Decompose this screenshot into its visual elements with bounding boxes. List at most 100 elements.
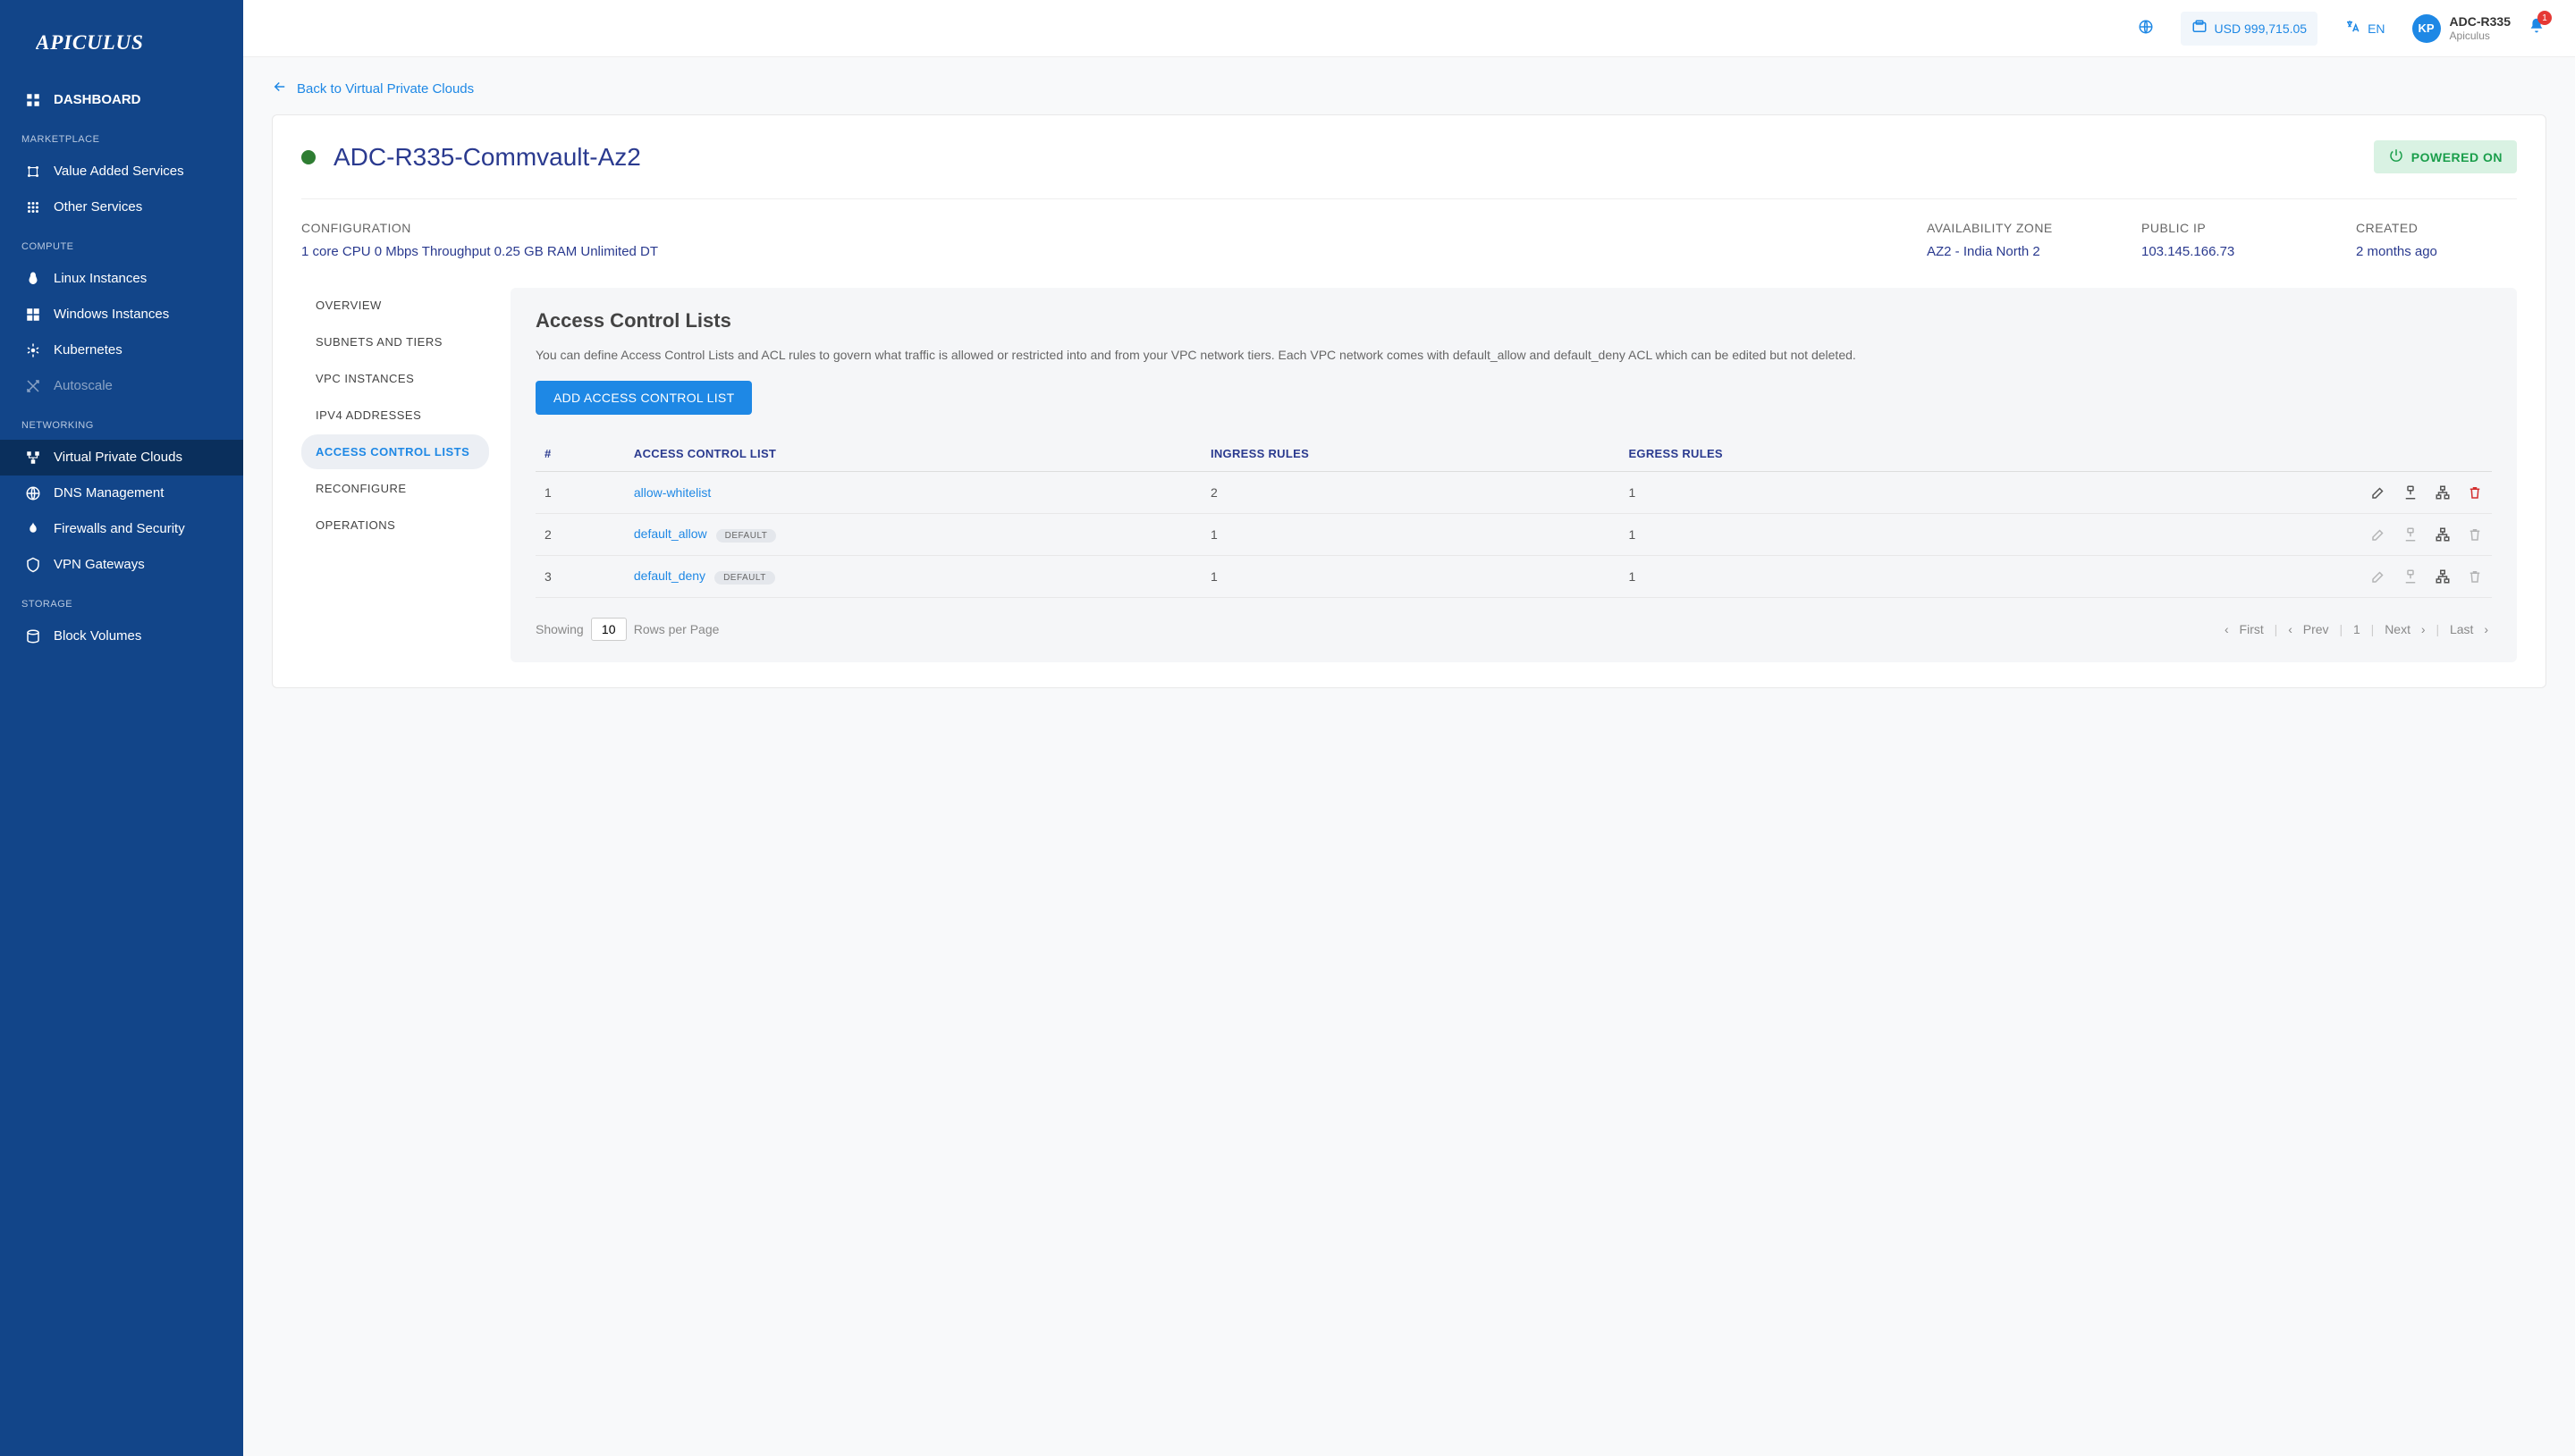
user-name: ADC-R335 (2450, 14, 2511, 29)
rows-label: Rows per Page (634, 622, 720, 636)
nav-item[interactable]: Kubernetes (0, 332, 243, 368)
nav-label: Other Services (54, 199, 142, 215)
nav-item[interactable]: Virtual Private Clouds (0, 440, 243, 476)
nav-item[interactable]: Linux Instances (0, 261, 243, 297)
trash-icon[interactable] (2467, 484, 2483, 501)
nav-dashboard[interactable]: DASHBOARD (0, 82, 243, 118)
pag-last[interactable]: Last (2450, 622, 2473, 636)
cell-name[interactable]: allow-whitelist (625, 471, 1202, 513)
pag-prev[interactable]: Prev (2303, 622, 2329, 636)
col-egress: EGRESS RULES (1619, 436, 2022, 472)
bell-icon (2527, 24, 2546, 39)
autoscale-icon (25, 378, 41, 394)
acl-panel: Access Control Lists You can define Acce… (511, 288, 2517, 662)
side-tab[interactable]: SUBNETS AND TIERS (301, 324, 489, 359)
globe-button[interactable] (2127, 12, 2165, 46)
pag-first[interactable]: First (2240, 622, 2264, 636)
cell-idx: 3 (536, 555, 625, 597)
default-badge: DEFAULT (716, 529, 777, 543)
cell-egress: 1 (1619, 513, 2022, 555)
power-icon (2388, 147, 2404, 166)
info-label: PUBLIC IP (2141, 221, 2302, 235)
showing-label: Showing (536, 622, 584, 636)
side-tab[interactable]: OPERATIONS (301, 508, 489, 543)
language-button[interactable]: EN (2334, 12, 2395, 46)
user-menu[interactable]: KP ADC-R335 Apiculus (2412, 14, 2511, 43)
nav-item[interactable]: Value Added Services (0, 154, 243, 189)
trash-icon (2467, 568, 2483, 585)
windows-icon (25, 307, 41, 323)
col-name: ACCESS CONTROL LIST (625, 436, 1202, 472)
notifications-button[interactable]: 1 (2527, 16, 2546, 40)
nav-item[interactable]: Other Services (0, 189, 243, 225)
nav-item[interactable]: Firewalls and Security (0, 511, 243, 547)
side-tab[interactable]: RECONFIGURE (301, 471, 489, 506)
cell-name[interactable]: default_denyDEFAULT (625, 555, 1202, 597)
notif-badge: 1 (2537, 11, 2552, 25)
info-label: CREATED (2356, 221, 2517, 235)
nav-label: Virtual Private Clouds (54, 450, 182, 465)
info-value: 103.145.166.73 (2141, 242, 2302, 263)
vpn-icon (25, 557, 41, 573)
vpc-icon (25, 450, 41, 466)
sidebar: APICULUS DASHBOARD MARKETPLACE Value Adde… (0, 0, 243, 1456)
rows-input[interactable] (591, 618, 627, 641)
nav-item[interactable]: DNS Management (0, 476, 243, 511)
table-row: 1allow-whitelist21 (536, 471, 2492, 513)
edit-icon[interactable] (2370, 484, 2386, 501)
side-tab[interactable]: OVERVIEW (301, 288, 489, 323)
nav-label: DNS Management (54, 485, 164, 501)
nav-label: VPN Gateways (54, 557, 145, 572)
nav-section-header: NETWORKING (0, 404, 243, 440)
nav-item[interactable]: Windows Instances (0, 297, 243, 332)
pag-page: 1 (2353, 622, 2360, 636)
nav-section-header: STORAGE (0, 583, 243, 619)
avatar: KP (2412, 14, 2441, 43)
topology-icon[interactable] (2435, 526, 2451, 543)
network-icon[interactable] (2402, 484, 2419, 501)
wallet-icon (2191, 19, 2208, 38)
nav-item: Autoscale (0, 368, 243, 404)
cell-idx: 2 (536, 513, 625, 555)
nav-label: Linux Instances (54, 271, 147, 286)
acl-table: # ACCESS CONTROL LIST INGRESS RULES EGRE… (536, 436, 2492, 598)
add-acl-button[interactable]: ADD ACCESS CONTROL LIST (536, 381, 752, 415)
info-value: 1 core CPU 0 Mbps Throughput 0.25 GB RAM… (301, 242, 1873, 263)
nav-label: Kubernetes (54, 342, 122, 358)
pag-next[interactable]: Next (2385, 622, 2410, 636)
trash-icon (2467, 526, 2483, 543)
nav-label: Block Volumes (54, 628, 141, 644)
translate-icon (2344, 19, 2360, 38)
col-idx: # (536, 436, 625, 472)
dns-icon (25, 485, 41, 501)
topology-icon[interactable] (2435, 484, 2451, 501)
nav-label: Autoscale (54, 378, 113, 393)
edit-icon (2370, 526, 2386, 543)
info-label: CONFIGURATION (301, 221, 1873, 235)
cell-ingress: 1 (1202, 555, 1619, 597)
power-badge[interactable]: POWERED ON (2374, 140, 2517, 173)
panel-desc: You can define Access Control Lists and … (536, 345, 2492, 365)
side-tab[interactable]: IPV4 ADDRESSES (301, 398, 489, 433)
vas-icon (25, 164, 41, 180)
nav-label: DASHBOARD (54, 92, 141, 107)
topology-icon[interactable] (2435, 568, 2451, 585)
side-tabs: OVERVIEWSUBNETS AND TIERSVPC INSTANCESIP… (301, 288, 489, 662)
info-label: AVAILABILITY ZONE (1927, 221, 2088, 235)
paginator: Showing Rows per Page ‹ First | ‹ Prev | (536, 618, 2492, 641)
k8s-icon (25, 342, 41, 358)
side-tab[interactable]: VPC INSTANCES (301, 361, 489, 396)
page-title: ADC-R335-Commvault-Az2 (333, 143, 641, 172)
nav-item[interactable]: VPN Gateways (0, 547, 243, 583)
cell-name[interactable]: default_allowDEFAULT (625, 513, 1202, 555)
balance-button[interactable]: USD 999,715.05 (2181, 12, 2318, 46)
nav-item[interactable]: Block Volumes (0, 619, 243, 654)
network-icon (2402, 526, 2419, 543)
side-tab[interactable]: ACCESS CONTROL LISTS (301, 434, 489, 469)
nav-label: Value Added Services (54, 164, 184, 179)
nav-section-header: MARKETPLACE (0, 118, 243, 154)
nav-label: Firewalls and Security (54, 521, 185, 536)
logo[interactable]: APICULUS (0, 0, 243, 82)
back-link[interactable]: Back to Virtual Private Clouds (272, 79, 474, 98)
col-ingress: INGRESS RULES (1202, 436, 1619, 472)
